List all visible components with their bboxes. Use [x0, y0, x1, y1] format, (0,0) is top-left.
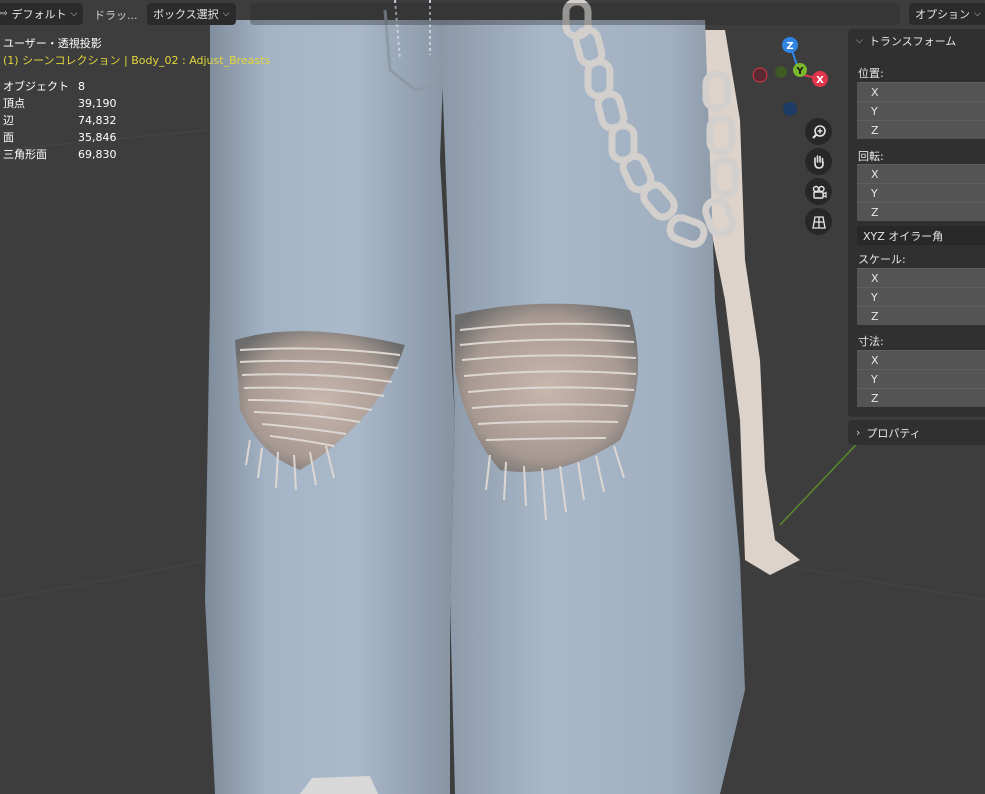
rotation-z-field[interactable]: Z	[857, 202, 985, 221]
neg-y-handle[interactable]	[775, 66, 787, 78]
location-z-field[interactable]: Z	[857, 120, 985, 139]
rotation-mode-dropdown[interactable]: XYZ オイラー角	[857, 226, 985, 245]
scale-label: スケール:	[858, 253, 906, 266]
chevron-right-icon: ›	[856, 426, 861, 439]
select-mode-dropdown[interactable]: ボックス選択 ⌵	[147, 3, 236, 25]
scale-y-field[interactable]: Y	[857, 287, 985, 306]
view-name: ユーザー・透視投影	[3, 37, 102, 50]
chevron-down-icon: ⌵	[70, 9, 78, 19]
location-x-field[interactable]: X	[857, 82, 985, 101]
collection-path: (1) シーンコレクション | Body_02 : Adjust_Breasts	[3, 54, 271, 67]
stat-row: 三角形面 69,830	[3, 148, 117, 161]
drag-label[interactable]: ドラッ...	[94, 7, 138, 23]
scale-z-field[interactable]: Z	[857, 306, 985, 325]
stat-row: オブジェクト 8	[3, 80, 85, 93]
dimensions-x-field[interactable]: X	[857, 350, 985, 369]
location-label: 位置:	[858, 67, 884, 80]
shoe	[300, 776, 378, 794]
dimensions-y-field[interactable]: Y	[857, 369, 985, 388]
stat-row: 頂点 39,190	[3, 97, 117, 110]
neg-z-handle[interactable]	[783, 102, 797, 116]
viewport-stats: ユーザー・透視投影 (1) シーンコレクション | Body_02 : Adju…	[3, 35, 270, 163]
dimensions-label: 寸法:	[858, 335, 884, 348]
rotation-y-field[interactable]: Y	[857, 183, 985, 202]
options-dropdown[interactable]: オプション ⌵	[909, 3, 985, 25]
scale-x-field[interactable]: X	[857, 268, 985, 287]
viewport-header: ⇨ デフォルト ⌵ ドラッ... ボックス選択 ⌵ オプション ⌵	[0, 0, 985, 28]
camera-icon	[812, 185, 827, 199]
mode-dropdown[interactable]: ⇨ デフォルト ⌵	[0, 3, 84, 25]
zoom-icon	[811, 124, 826, 139]
chevron-down-icon: ⌵	[974, 9, 981, 19]
stat-row: 面 35,846	[3, 131, 117, 144]
properties-panel-header[interactable]: › プロパティ	[848, 420, 985, 445]
navigation-gizmo[interactable]: Z Y X	[745, 32, 837, 124]
rotation-label: 回転:	[858, 150, 884, 163]
stat-row: 辺 74,832	[3, 114, 117, 127]
3d-viewport[interactable]: ⇨ デフォルト ⌵ ドラッ... ボックス選択 ⌵ オプション ⌵ ユーザー・透…	[0, 0, 985, 794]
chevron-down-icon: ⌵	[222, 9, 230, 19]
dimensions-z-field[interactable]: Z	[857, 388, 985, 407]
zoom-button[interactable]	[805, 118, 832, 145]
camera-view-button[interactable]	[805, 178, 832, 205]
chevron-down-icon: ⌵	[856, 36, 863, 46]
grid-icon	[811, 215, 826, 229]
ortho-toggle-button[interactable]	[805, 208, 832, 235]
y-axis-label: Y	[795, 66, 804, 77]
z-axis-label: Z	[786, 41, 793, 52]
rotation-x-field[interactable]: X	[857, 164, 985, 183]
transform-panel-header[interactable]: ⌵ トランスフォーム	[848, 29, 985, 53]
header-spacer	[250, 3, 900, 25]
hand-icon	[813, 154, 824, 169]
pan-button[interactable]	[805, 148, 832, 175]
arrow-icon: ⇨	[0, 9, 8, 19]
neg-x-handle[interactable]	[752, 67, 768, 83]
location-y-field[interactable]: Y	[857, 101, 985, 120]
x-axis-label: X	[816, 75, 824, 86]
